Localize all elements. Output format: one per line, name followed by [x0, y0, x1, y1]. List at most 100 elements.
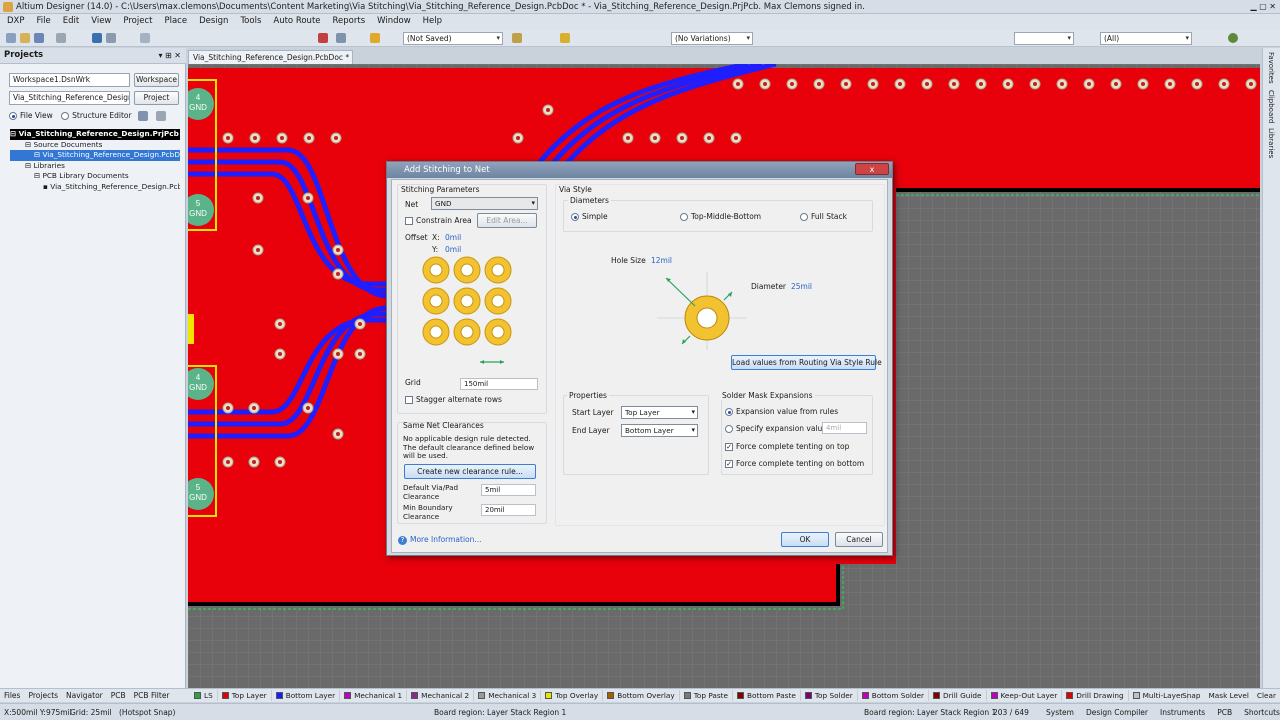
tree-toggle-icon[interactable]: ⊟ [10, 129, 19, 138]
open-icon[interactable] [20, 33, 30, 43]
panel-tab-navigator[interactable]: Navigator [66, 691, 103, 700]
mask-from-rules-radio[interactable] [725, 408, 733, 416]
undo-icon[interactable] [336, 33, 346, 43]
save-icon[interactable] [34, 33, 44, 43]
layer-tab[interactable]: Multi-Layer [1129, 690, 1189, 701]
tree-item[interactable]: ⊟ Via_Stitching_Reference_Design.PrjPcb [10, 129, 180, 140]
document-tab[interactable]: Via_Stitching_Reference_Design.PcbDoc * [188, 50, 353, 64]
cancel-button[interactable]: Cancel [835, 532, 883, 547]
layer-tab[interactable]: Bottom Solder [858, 690, 930, 701]
layer-tab[interactable]: Bottom Layer [272, 690, 341, 701]
load-values-button[interactable]: Load values from Routing Via Style Rule [731, 355, 882, 370]
layer-tab[interactable]: Drill Drawing [1062, 690, 1129, 701]
zoom-icon[interactable] [92, 33, 102, 43]
simple-option[interactable]: Simple [571, 212, 608, 221]
menu-design[interactable]: Design [198, 16, 229, 26]
ok-button[interactable]: OK [781, 532, 829, 547]
tmb-option[interactable]: Top-Middle-Bottom [680, 212, 761, 221]
panel-close-icon[interactable]: ▾ ⊞ ✕ [158, 51, 181, 60]
panel-tab-files[interactable]: Files [4, 691, 20, 700]
more-info-link[interactable]: ? More Information... [398, 535, 482, 545]
print-icon[interactable] [56, 33, 66, 43]
start-layer-select[interactable]: Top Layer [621, 406, 698, 419]
menu-file[interactable]: File [36, 16, 52, 26]
stagger-checkbox[interactable] [405, 396, 413, 404]
settings-icon[interactable] [156, 111, 166, 121]
new-icon[interactable] [6, 33, 16, 43]
panel-tab-pcb-filter[interactable]: PCB Filter [134, 691, 170, 700]
diameter-value[interactable]: 25mil [791, 282, 812, 291]
layer-tab[interactable]: Top Overlay [541, 690, 604, 701]
navigate-icon[interactable] [1228, 33, 1238, 43]
net-select[interactable]: GND [431, 197, 538, 210]
menu-help[interactable]: Help [422, 16, 443, 26]
workspace-combo[interactable]: Workspace1.DsnWrk [9, 73, 130, 87]
layer-tab[interactable]: Mechanical 2 [407, 690, 475, 701]
layer-tab[interactable]: Mechanical 3 [474, 690, 542, 701]
layer-control-snap[interactable]: Snap [1182, 691, 1200, 700]
tree-item[interactable]: ▪ Via_Stitching_Reference_Design.PcbLib [10, 182, 180, 193]
menu-tools[interactable]: Tools [239, 16, 262, 26]
layer-tab[interactable]: Mechanical 1 [340, 690, 408, 701]
tree-item[interactable]: ⊟ Source Documents [10, 140, 180, 151]
mask-value-input[interactable]: 4mil [822, 422, 867, 434]
saved-state-combo[interactable]: (Not Saved) [403, 32, 503, 45]
offset-x-value[interactable]: 0mil [445, 233, 461, 242]
layer-control-mask-level[interactable]: Mask Level [1209, 691, 1249, 700]
menu-view[interactable]: View [90, 16, 112, 26]
status-tab-system[interactable]: System [1046, 708, 1074, 717]
workspace-button[interactable]: Workspace [134, 73, 179, 87]
stagger-option[interactable]: Stagger alternate rows [405, 395, 502, 404]
offset-y-value[interactable]: 0mil [445, 245, 461, 254]
favorites-tab[interactable]: Favorites [1267, 52, 1275, 84]
layer-tab[interactable]: Keep-Out Layer [987, 690, 1063, 701]
menu-place[interactable]: Place [163, 16, 188, 26]
mask-from-rules-option[interactable]: Expansion value from rules [725, 407, 838, 416]
constrain-area-option[interactable]: Constrain Area [405, 216, 472, 225]
layer-tab[interactable]: Top Paste [680, 690, 734, 701]
dialog-close-button[interactable]: x [855, 163, 889, 175]
folder-icon[interactable] [138, 111, 148, 121]
layer-tab[interactable]: Top Layer [218, 690, 272, 701]
tent-top-option[interactable]: ✓ Force complete tenting on top [725, 442, 849, 451]
layer-control-clear[interactable]: Clear [1257, 691, 1276, 700]
layer-tab[interactable]: Drill Guide [929, 690, 987, 701]
tree-item[interactable]: ⊟ Via_Stitching_Reference_Design.PcbDoc [10, 150, 180, 161]
tree-item[interactable]: ⊟ PCB Library Documents [10, 171, 180, 182]
route-icon[interactable] [512, 33, 522, 43]
zoom-fit-icon[interactable] [106, 33, 116, 43]
mask-specify-option[interactable]: Specify expansion value [725, 424, 827, 433]
file-view-radio[interactable] [9, 112, 17, 120]
clipboard-tab[interactable]: Clipboard [1267, 90, 1275, 123]
status-tab-design-compiler[interactable]: Design Compiler [1086, 708, 1148, 717]
menu-reports[interactable]: Reports [332, 16, 367, 26]
edit-area-button[interactable]: Edit Area... [477, 213, 537, 228]
select-icon[interactable] [140, 33, 150, 43]
end-layer-select[interactable]: Bottom Layer [621, 424, 698, 437]
cross-icon[interactable] [318, 33, 328, 43]
status-tab-pcb[interactable]: PCB [1217, 708, 1232, 717]
min-boundary-clearance-input[interactable]: 20mil [481, 504, 536, 516]
project-button[interactable]: Project [134, 91, 179, 105]
project-combo[interactable]: Via_Stitching_Reference_Design.PrjPcb [9, 91, 130, 105]
menu-dxp[interactable]: DXP [6, 16, 26, 26]
menu-project[interactable]: Project [122, 16, 153, 26]
simple-radio[interactable] [571, 213, 579, 221]
structure-editor-radio[interactable] [61, 112, 70, 120]
menu-window[interactable]: Window [376, 16, 412, 26]
tent-bottom-option[interactable]: ✓ Force complete tenting on bottom [725, 459, 864, 468]
pencil-icon[interactable] [370, 33, 380, 43]
constrain-area-checkbox[interactable] [405, 217, 413, 225]
window-controls[interactable]: ▁ ▢ ✕ [1251, 2, 1277, 11]
panel-tab-projects[interactable]: Projects [28, 691, 58, 700]
tent-top-checkbox[interactable]: ✓ [725, 443, 733, 451]
via-icon[interactable] [560, 33, 570, 43]
layer-combo[interactable] [1014, 32, 1074, 45]
menu-edit[interactable]: Edit [62, 16, 80, 26]
full-stack-radio[interactable] [800, 213, 808, 221]
mask-specify-radio[interactable] [725, 425, 733, 433]
default-via-clearance-input[interactable]: 5mil [481, 484, 536, 496]
grid-input[interactable]: 150mil [460, 378, 538, 390]
tree-item[interactable]: ⊟ Libraries [10, 161, 180, 172]
panel-tab-pcb[interactable]: PCB [111, 691, 126, 700]
